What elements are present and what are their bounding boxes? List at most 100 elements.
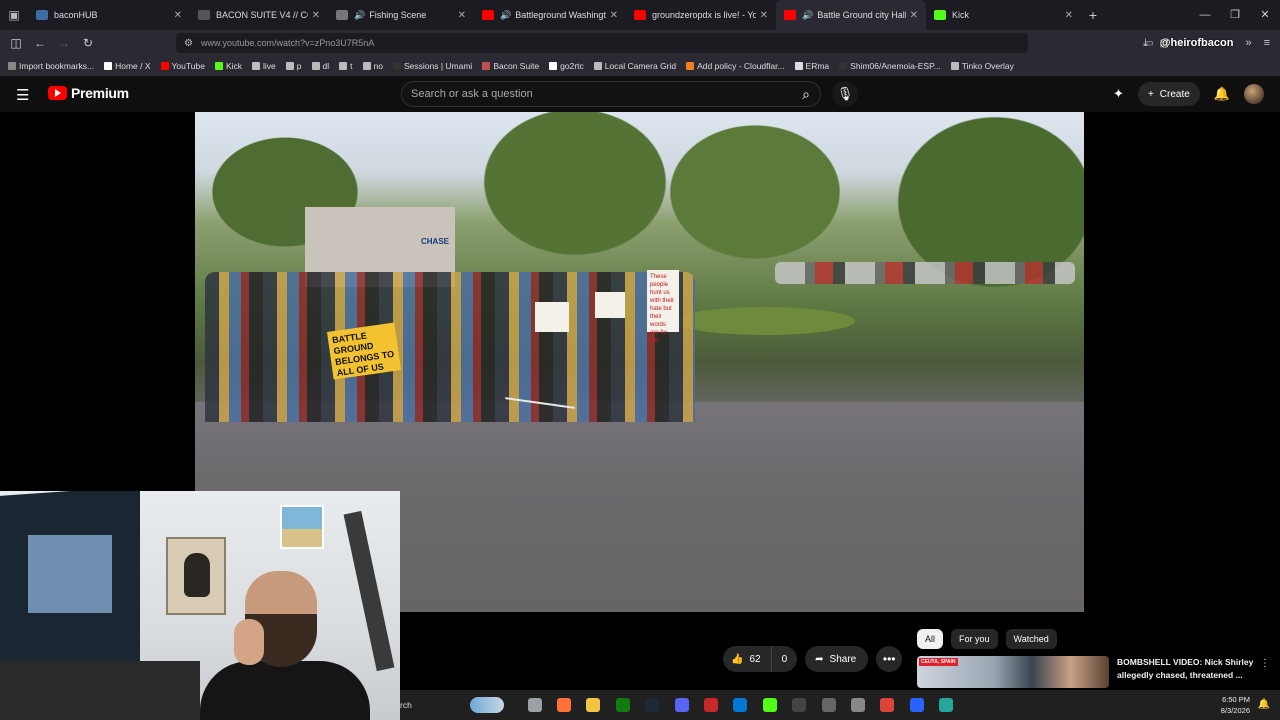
bookmark-item[interactable]: Shim06/Anemoia-ESP... xyxy=(839,61,941,71)
webcam-streamer-hand xyxy=(234,619,264,665)
video-options-icon[interactable]: ⋮ xyxy=(1260,658,1270,669)
tab-close-icon[interactable]: ✕ xyxy=(1065,10,1073,21)
guide-menu-icon[interactable]: ☰ xyxy=(16,86,29,104)
minimize-icon[interactable]: — xyxy=(1190,0,1220,30)
extensions-overflow-icon[interactable]: » xyxy=(1245,37,1251,49)
vscode-icon[interactable] xyxy=(726,690,755,720)
more-actions-icon[interactable]: ••• xyxy=(876,646,903,672)
avatar[interactable] xyxy=(1244,84,1264,104)
bookmark-icon xyxy=(252,62,261,70)
browser-tab[interactable]: 🔊 Battleground Washington c ✕ xyxy=(474,0,626,30)
chrome-icon-glyph xyxy=(880,698,895,712)
forward-icon[interactable]: → xyxy=(52,36,76,50)
tab-close-icon[interactable]: ✕ xyxy=(312,10,320,21)
like-button[interactable]: 👍 62 xyxy=(723,646,772,672)
sidebar-toggle-icon[interactable]: ◫ xyxy=(4,36,28,50)
media-app-icon[interactable] xyxy=(696,690,725,720)
taskbar-clock[interactable]: 6:50 PM 8/3/2026 xyxy=(1221,694,1250,716)
xbox-icon[interactable] xyxy=(608,690,637,720)
dislike-button[interactable]: 0 xyxy=(772,646,798,672)
monitor-app-icon-glyph xyxy=(821,698,836,712)
bookmark-item[interactable]: Home / X xyxy=(104,61,151,71)
bookmark-item[interactable]: go2rtc xyxy=(549,61,584,71)
browser-tab[interactable]: BACON SUITE V4 // COMMAND ✕ xyxy=(190,0,328,30)
file-explorer-icon[interactable] xyxy=(579,690,608,720)
webcam-monitor-screen xyxy=(28,535,112,613)
bookmark-icon xyxy=(285,62,294,70)
bookmark-item[interactable]: Bacon Suite xyxy=(482,61,539,71)
clock-date: 8/3/2026 xyxy=(1220,706,1250,715)
back-icon[interactable]: ← xyxy=(28,36,52,50)
app-menu-icon[interactable]: ≡ xyxy=(1264,37,1270,49)
bookmark-item[interactable]: Local Camera Grid xyxy=(593,61,676,71)
ai-sparkle-icon[interactable]: ✦ xyxy=(1113,86,1124,102)
kick-app-icon[interactable] xyxy=(755,690,784,720)
firefox-icon[interactable] xyxy=(549,690,578,720)
filter-chip[interactable]: For you xyxy=(951,629,998,649)
bookmark-label: p xyxy=(296,61,302,71)
bookmark-item[interactable]: Tinko Overlay xyxy=(950,61,1014,71)
reload-icon[interactable]: ↻ xyxy=(76,36,100,50)
tab-close-icon[interactable]: ✕ xyxy=(760,10,768,21)
bookmark-item[interactable]: ERma xyxy=(794,61,829,71)
youtube-logo[interactable]: Premium xyxy=(48,85,129,101)
memo-app-icon[interactable] xyxy=(902,690,931,720)
recommended-thumbnail[interactable]: CEUTA, SPAIN xyxy=(917,656,1109,688)
bookmark-item[interactable]: live xyxy=(252,61,276,71)
voice-search-icon[interactable]: 🎙 xyxy=(832,81,858,107)
notifications-bell-icon[interactable]: 🔔 xyxy=(1214,86,1230,102)
tab-close-icon[interactable]: ✕ xyxy=(174,10,182,21)
taskbar-search[interactable]: rch xyxy=(400,690,470,720)
filter-chip[interactable]: Watched xyxy=(1005,629,1057,649)
bookmark-item[interactable]: dl xyxy=(311,61,329,71)
bookmark-item[interactable]: no xyxy=(362,61,383,71)
bookmark-item[interactable]: Add policy - Cloudflar... xyxy=(686,61,785,71)
url-bar[interactable]: ⚙ www.youtube.com/watch?v=zPno3U7R5nA ▭ … xyxy=(176,33,1184,53)
browser-tab[interactable]: 🔊 Fishing Scene ✕ xyxy=(328,0,474,30)
browser-tab[interactable]: 🔊 Battle Ground city Hall - YouTube ✕ xyxy=(776,0,926,30)
share-button[interactable]: ➦ Share xyxy=(805,646,869,672)
tab-title: Kick xyxy=(952,10,970,20)
settings-app-icon[interactable] xyxy=(843,690,872,720)
tab-close-icon[interactable]: ✕ xyxy=(910,10,918,21)
notification-center-icon[interactable]: 🔔 xyxy=(1258,699,1270,710)
tab-list-icon[interactable]: ▣ xyxy=(0,0,28,30)
recommended-video[interactable]: CEUTA, SPAIN BOMBSHELL VIDEO: Nick Shirl… xyxy=(917,656,1280,688)
browser-tab[interactable]: Kick ✕ xyxy=(926,0,1081,30)
search-highlight-icon[interactable] xyxy=(470,697,504,713)
bookmark-item[interactable]: YouTube xyxy=(160,61,205,71)
monitor-app-icon[interactable] xyxy=(814,690,843,720)
task-view-icon[interactable] xyxy=(520,690,549,720)
close-window-icon[interactable]: ✕ xyxy=(1250,0,1280,30)
tab-favicon-icon xyxy=(934,10,946,20)
bookmark-icon xyxy=(794,62,803,70)
filter-chip[interactable]: All xyxy=(917,629,944,649)
search-icon[interactable]: ⌕ xyxy=(802,86,810,103)
bookmark-item[interactable]: Sessions | Umami xyxy=(392,61,472,71)
tab-audio-icon[interactable]: 🔊 xyxy=(354,10,365,21)
tab-close-icon[interactable]: ✕ xyxy=(610,10,618,21)
tab-audio-icon[interactable]: 🔊 xyxy=(500,10,511,21)
search-input[interactable]: Search or ask a question ⌕ xyxy=(401,81,821,107)
maximize-icon[interactable]: ❐ xyxy=(1220,0,1250,30)
task-view-icon-glyph xyxy=(527,698,542,712)
tab-audio-icon[interactable]: 🔊 xyxy=(802,10,813,21)
bookmark-item[interactable]: Import bookmarks... xyxy=(8,61,94,71)
bookmark-item[interactable]: t xyxy=(339,61,353,71)
browser-tab[interactable]: groundzeropdx is live! - YouTube ✕ xyxy=(626,0,776,30)
notepad-icon[interactable] xyxy=(931,690,960,720)
terminal-icon[interactable] xyxy=(785,690,814,720)
terminal-icon-glyph xyxy=(792,698,807,712)
chrome-icon[interactable] xyxy=(873,690,902,720)
browser-tab[interactable]: baconHUB ✕ xyxy=(28,0,190,30)
site-info-icon[interactable]: ⚙ xyxy=(184,38,193,49)
steam-icon[interactable] xyxy=(638,690,667,720)
discord-icon[interactable] xyxy=(667,690,696,720)
recommended-title[interactable]: BOMBSHELL VIDEO: Nick Shirley allegedly … xyxy=(1117,656,1267,688)
tab-close-icon[interactable]: ✕ xyxy=(458,10,466,21)
new-tab-button[interactable]: + xyxy=(1081,7,1105,23)
create-button[interactable]: + Create xyxy=(1137,82,1200,106)
downloads-icon[interactable]: ⤓ xyxy=(1143,37,1148,50)
bookmark-item[interactable]: p xyxy=(285,61,302,71)
bookmark-item[interactable]: Kick xyxy=(214,61,242,71)
